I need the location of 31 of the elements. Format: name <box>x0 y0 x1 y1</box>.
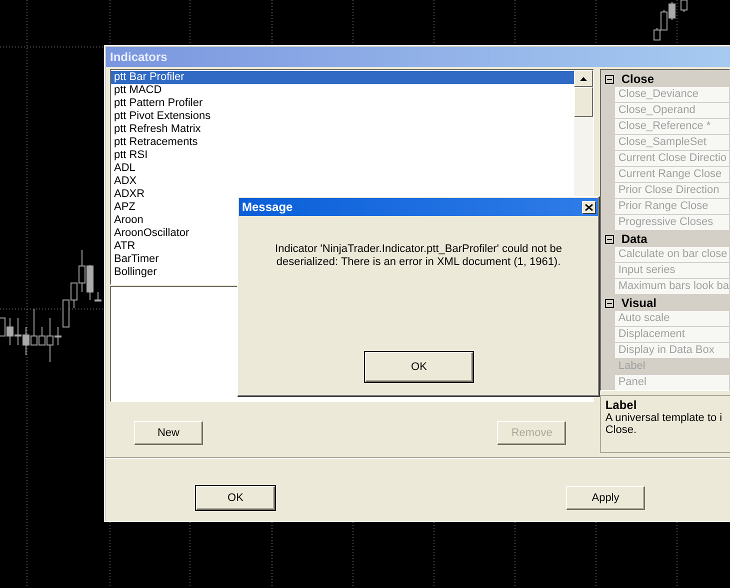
category-header: Close <box>621 72 654 86</box>
indicator-list-item[interactable]: ptt Refresh Matrix <box>111 123 574 136</box>
window-title: Indicators <box>110 49 168 66</box>
description-title: Label <box>605 398 638 412</box>
indicator-list-item[interactable]: ptt MACD <box>111 84 574 97</box>
collapse-icon[interactable] <box>605 298 614 308</box>
dialog-button[interactable]: OK <box>196 486 275 510</box>
collapse-icon[interactable] <box>605 74 614 84</box>
collapse-icon[interactable] <box>605 234 614 244</box>
error-message: deserialized: There is an error in XML document (1, 1961). <box>275 256 562 269</box>
close-button[interactable] <box>582 200 596 214</box>
scrollbar-thumb[interactable] <box>574 87 594 117</box>
description-text: A universal template to i <box>605 412 724 424</box>
candle <box>680 0 688 12</box>
indicator-list-item[interactable]: ptt Bar Profiler <box>111 71 574 84</box>
dialog-button[interactable]: Apply <box>566 486 645 510</box>
close-icon[interactable] <box>585 204 593 210</box>
description-text: Close. <box>605 424 638 436</box>
indicator-list-item[interactable]: ADL <box>111 162 574 175</box>
indicator-list-item[interactable]: ptt Pattern Profiler <box>111 97 574 110</box>
ok-button[interactable]: OK <box>365 352 473 382</box>
dialog-title: Message <box>242 200 293 214</box>
indicator-list-item[interactable]: ptt RSI <box>111 149 574 162</box>
indicator-list-item[interactable]: ptt Retracements <box>111 136 574 149</box>
category-header: Visual <box>621 296 656 310</box>
indicator-list-item[interactable]: ptt Pivot Extensions <box>111 110 574 123</box>
indicator-list-item[interactable]: ADX <box>111 175 574 188</box>
action-button[interactable]: New <box>134 421 203 445</box>
category-header: Data <box>621 232 648 246</box>
scroll-up-icon[interactable] <box>580 76 588 80</box>
error-message: Indicator 'NinjaTrader.Indicator.ptt_BarProfiler' could not be <box>274 243 563 256</box>
